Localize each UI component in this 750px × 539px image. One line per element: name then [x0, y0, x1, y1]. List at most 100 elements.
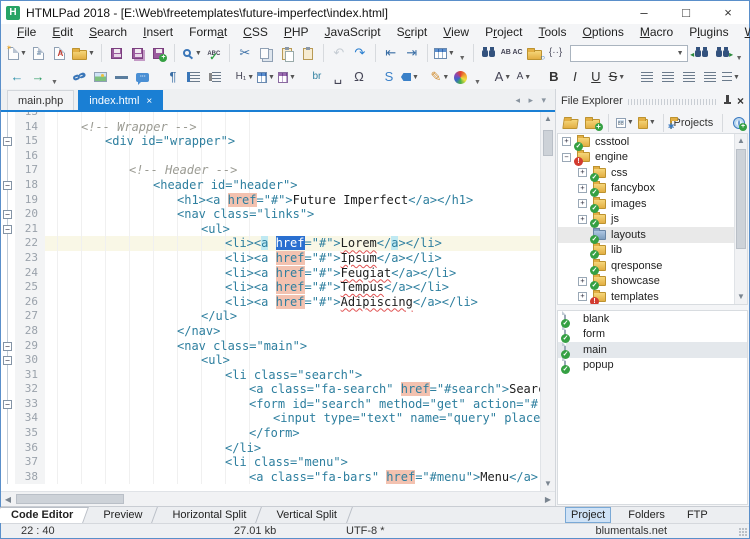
minimize-button[interactable]: – — [623, 1, 665, 24]
panel-tab-folders[interactable]: Folders — [623, 508, 670, 522]
table-icon[interactable]: ▼ — [433, 43, 456, 63]
toolbar-overflow-icon[interactable]: ▼ — [474, 79, 481, 89]
fold-collapse-icon[interactable]: − — [3, 181, 12, 190]
tree-item-lib[interactable]: +✓lib — [558, 243, 747, 259]
file-item-form[interactable]: ✓form — [558, 327, 747, 343]
menu-javascript[interactable]: JavaScript — [317, 24, 389, 41]
mode-tab-vertical-split[interactable]: Vertical Split — [266, 507, 357, 523]
dropdown-arrow-icon[interactable]: ▼ — [627, 119, 634, 126]
save-as-icon[interactable] — [149, 43, 169, 63]
color-picker-icon[interactable] — [451, 67, 471, 87]
expand-icon[interactable]: + — [578, 215, 587, 224]
website-link[interactable]: blumentals.net — [595, 525, 667, 537]
expand-icon[interactable]: + — [578, 292, 587, 301]
dropdown-arrow-icon[interactable]: ▼ — [88, 50, 95, 57]
scroll-right-icon[interactable]: ▶ — [541, 492, 555, 506]
nbsp-icon[interactable]: ␣ — [328, 67, 348, 87]
bold-icon[interactable]: B — [544, 67, 564, 87]
tree-scroll-up-icon[interactable]: ▲ — [735, 134, 747, 148]
vertical-scroll-thumb[interactable] — [543, 130, 553, 156]
align-center-icon[interactable] — [658, 67, 678, 87]
code-text[interactable]: <div id="wrapper"> — [45, 134, 540, 149]
fold-collapse-icon[interactable]: − — [3, 137, 12, 146]
comment-icon[interactable]: ··· — [133, 67, 153, 87]
open-template-icon[interactable] — [50, 43, 70, 63]
back-icon[interactable]: ← — [7, 67, 27, 87]
mode-tab-code-editor[interactable]: Code Editor — [1, 507, 93, 523]
font-size-icon[interactable]: A▼ — [514, 67, 534, 87]
mode-tab-horizontal-split[interactable]: Horizontal Split — [162, 507, 266, 523]
file-item-main[interactable]: ✓main — [558, 342, 747, 358]
underline-icon[interactable]: U — [586, 67, 606, 87]
dropdown-arrow-icon[interactable]: ▼ — [289, 74, 296, 81]
scroll-left-icon[interactable]: ◀ — [1, 492, 15, 506]
tab-index.html[interactable]: index.html× — [78, 90, 163, 110]
heading-icon[interactable]: H₁▼ — [235, 67, 255, 87]
fold-collapse-icon[interactable]: − — [3, 356, 12, 365]
insert-table-icon[interactable]: ▼ — [256, 67, 276, 87]
insert-form-icon[interactable]: ▼ — [277, 67, 297, 87]
code-text[interactable]: <form id="search" method="get" action="#… — [45, 397, 540, 412]
code-text[interactable]: <li class="search"> — [45, 368, 540, 383]
new-document-icon[interactable]: ▼ — [7, 43, 28, 63]
scroll-up-icon[interactable]: ▲ — [541, 112, 555, 126]
spell-check-icon[interactable]: ABC — [204, 43, 224, 63]
tree-scrollbar[interactable]: ▲ ▼ — [734, 134, 747, 304]
code-text[interactable]: <li><a href="#">Tempus</a></li> — [45, 280, 540, 295]
tree-item-templates[interactable]: +!templates — [558, 289, 747, 305]
unordered-list-icon[interactable] — [184, 67, 204, 87]
menu-php[interactable]: PHP — [276, 24, 317, 41]
web-projects-icon[interactable] — [729, 113, 749, 133]
format-painter-icon[interactable]: ✎▼ — [430, 67, 450, 87]
collapse-icon[interactable]: − — [562, 153, 571, 162]
line-break-icon[interactable]: br — [307, 67, 327, 87]
menu-options[interactable]: Options — [574, 24, 631, 41]
open-document-icon[interactable] — [29, 43, 49, 63]
code-text[interactable]: <!-- Header --> — [45, 163, 540, 178]
menu-file[interactable]: File — [9, 24, 44, 41]
line-spacing-icon[interactable]: ▼ — [721, 67, 741, 87]
quick-search-icon[interactable]: ▼ — [180, 43, 203, 63]
menu-edit[interactable]: Edit — [44, 24, 81, 41]
horizontal-rule-icon[interactable] — [112, 67, 132, 87]
menu-tools[interactable]: Tools — [530, 24, 574, 41]
code-text[interactable]: </li> — [45, 441, 540, 456]
tree-item-csstool[interactable]: +✓csstool — [558, 134, 747, 150]
span-icon[interactable]: S — [379, 67, 399, 87]
dropdown-arrow-icon[interactable]: ▼ — [524, 74, 531, 81]
expand-icon[interactable]: + — [562, 137, 571, 146]
dropdown-arrow-icon[interactable]: ▼ — [20, 50, 27, 57]
pin-icon[interactable] — [723, 95, 732, 106]
open-folder-icon[interactable] — [560, 113, 580, 133]
font-name-icon[interactable]: A▼ — [493, 67, 513, 87]
tab-close-icon[interactable]: × — [146, 96, 152, 107]
code-text[interactable]: <h1><a href="#">Future Imperfect</a></h1… — [45, 193, 540, 208]
justify-icon[interactable] — [700, 67, 720, 87]
code-text[interactable]: <nav class="links"> — [45, 207, 540, 222]
tree-scroll-down-icon[interactable]: ▼ — [735, 290, 747, 304]
editor-horizontal-scrollbar[interactable]: ◀ ▶ — [1, 491, 555, 506]
tree-scroll-thumb[interactable] — [736, 149, 746, 249]
increase-indent-icon[interactable]: ⇥ — [402, 43, 422, 63]
code-text[interactable]: <header id="header"> — [45, 178, 540, 193]
dropdown-arrow-icon[interactable]: ▼ — [618, 74, 625, 81]
find-previous-icon[interactable] — [692, 43, 712, 63]
menu-view[interactable]: View — [435, 24, 477, 41]
tree-item-qresponse[interactable]: +✓qresponse — [558, 258, 747, 274]
code-text[interactable]: <nav class="main"> — [45, 339, 540, 354]
tree-item-showcase[interactable]: +✓showcase — [558, 274, 747, 290]
find-next-icon[interactable] — [713, 43, 733, 63]
dropdown-arrow-icon[interactable]: ▼ — [247, 74, 254, 81]
projects-icon[interactable]: Projects — [670, 113, 717, 133]
panel-tab-project[interactable]: Project — [565, 507, 611, 523]
image-icon[interactable] — [91, 67, 111, 87]
editor-vertical-scrollbar[interactable]: ▲ ▼ — [540, 112, 555, 491]
menu-macro[interactable]: Macro — [632, 24, 681, 41]
replace-icon[interactable]: AB AC — [500, 43, 524, 63]
scroll-down-icon[interactable]: ▼ — [541, 477, 555, 491]
toolbar-overflow-icon[interactable]: ▼ — [459, 55, 466, 65]
menu-project[interactable]: Project — [477, 24, 530, 41]
tree-item-fancybox[interactable]: +✓fancybox — [558, 181, 747, 197]
dropdown-arrow-icon[interactable]: ▼ — [649, 119, 656, 126]
open-folder-icon[interactable]: ▼ — [71, 43, 96, 63]
